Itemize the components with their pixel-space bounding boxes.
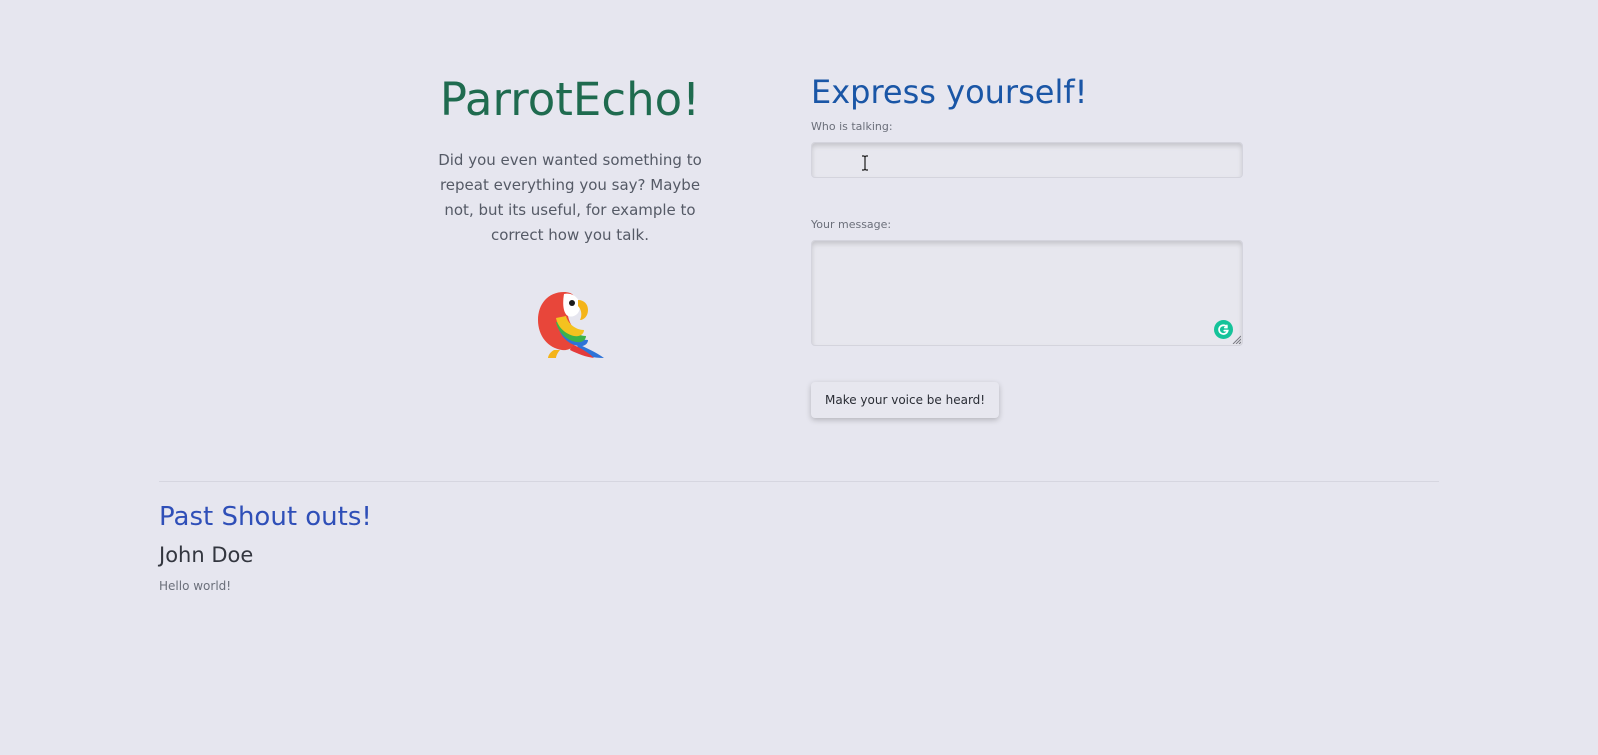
name-field-label: Who is talking: bbox=[811, 120, 893, 133]
app-description: Did you even wanted something to repeat … bbox=[438, 151, 702, 244]
section-divider bbox=[159, 481, 1439, 482]
message-textarea[interactable] bbox=[811, 240, 1243, 346]
message-field-label: Your message: bbox=[811, 218, 892, 231]
hero-section: ParrotEcho! Did you even wanted somethin… bbox=[415, 72, 725, 362]
resize-handle-icon[interactable] bbox=[1232, 335, 1241, 344]
shout-item: John Doe Hello world! bbox=[159, 542, 759, 594]
shout-message: Hello world! bbox=[159, 579, 232, 593]
shout-author: John Doe bbox=[159, 543, 254, 567]
message-field-wrapper bbox=[811, 240, 1243, 346]
message-form: Express yourself! Who is talking: Your m… bbox=[811, 72, 1243, 418]
page: ParrotEcho! Did you even wanted somethin… bbox=[0, 0, 1598, 755]
text-cursor-icon bbox=[862, 155, 868, 171]
grammarly-icon[interactable] bbox=[1214, 320, 1233, 339]
submit-button[interactable]: Make your voice be heard! bbox=[811, 382, 1000, 418]
name-input[interactable] bbox=[811, 142, 1243, 178]
parrot-icon bbox=[538, 292, 604, 358]
app-title: ParrotEcho! bbox=[439, 73, 701, 126]
past-shouts-title: Past Shout outs! bbox=[159, 502, 372, 532]
form-title: Express yourself! bbox=[811, 73, 1088, 111]
past-shouts-section: Past Shout outs! John Doe Hello world! bbox=[159, 500, 759, 594]
